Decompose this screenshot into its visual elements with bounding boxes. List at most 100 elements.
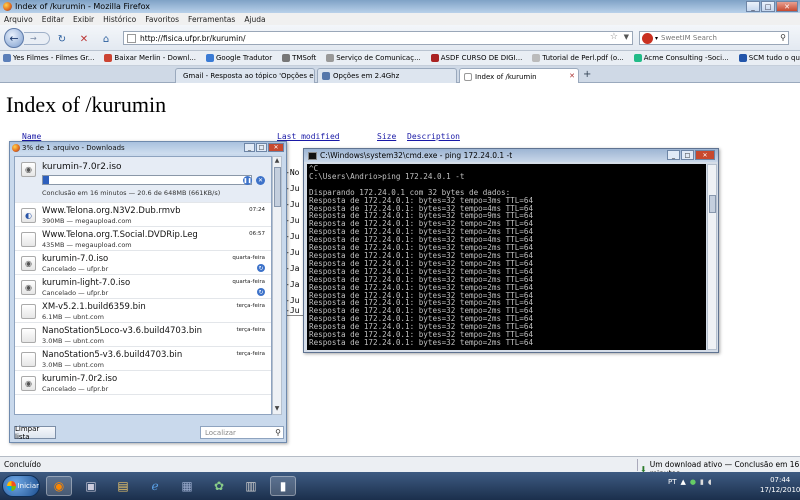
network-taskbar-icon[interactable]: ▦ (174, 476, 200, 496)
window-taskbar-icon[interactable]: ▣ (78, 476, 104, 496)
taskbar-clock[interactable]: 07:44 17/12/2010 (760, 475, 800, 495)
column-modified-link[interactable]: Last modified (277, 132, 340, 141)
downloads-window[interactable]: 3% de 1 arquivo - Downloads _ □ ✕ ◉ kuru… (9, 141, 287, 443)
internet-explorer-icon[interactable]: ℯ (142, 476, 168, 496)
new-tab-icon[interactable]: + (583, 69, 591, 80)
cmd-icon (308, 151, 317, 160)
row-date: -Ja (285, 264, 300, 273)
scroll-down-icon[interactable]: ▼ (273, 405, 281, 414)
minimize-button[interactable]: _ (244, 143, 255, 152)
cmd-title: C:\Windows\system32\cmd.exe - ping 172.2… (320, 151, 513, 160)
download-status: 3.0MB — ubnt.com (42, 337, 104, 345)
download-filename: Www.Telona.org.T.Social.DVDRip.Leg (42, 230, 198, 240)
network-icon[interactable]: ▮ (700, 478, 704, 486)
tab-opcoes[interactable]: Opções em 2.4Ghz (317, 68, 457, 83)
forward-button[interactable]: → (24, 32, 50, 45)
search-engine-icon[interactable] (642, 32, 653, 44)
url-bar[interactable]: http://fisica.ufpr.br/kurumin/ ☆ ▼ (123, 31, 633, 45)
close-tab-icon[interactable]: ✕ (569, 72, 575, 80)
menu-editar[interactable]: Editar (42, 15, 64, 24)
maximize-button[interactable]: □ (681, 150, 694, 160)
download-item[interactable]: ◐ Www.Telona.org.N3V2.Dub.rmvb 390MB — m… (15, 203, 271, 227)
download-item[interactable]: ◉ kurumin-7.0r2.iso Cancelado — ufpr.br (15, 371, 271, 395)
tab-index-kurumin[interactable]: Index of /kurumin ✕ (459, 68, 579, 84)
download-item[interactable]: XM-v5.2.1.build6359.bin 6.1MB — ubnt.com… (15, 299, 271, 323)
download-filename: NanoStation5-v3.6.build4703.bin (42, 350, 183, 360)
stop-icon[interactable]: ✕ (78, 33, 90, 45)
column-name-link[interactable]: Name (22, 132, 41, 141)
folder-taskbar-icon[interactable]: ▤ (110, 476, 136, 496)
tray-arrow-icon[interactable]: ▲ (681, 478, 686, 486)
menu-arquivo[interactable]: Arquivo (4, 15, 33, 24)
download-item[interactable]: ◉ kurumin-light-7.0.iso Cancelado — ufpr… (15, 275, 271, 299)
firefox-taskbar-icon[interactable]: ◉ (46, 476, 72, 496)
minimize-button[interactable]: _ (746, 1, 760, 12)
retry-icon[interactable]: ↻ (257, 264, 265, 272)
scroll-up-icon[interactable]: ▲ (273, 157, 281, 166)
back-button[interactable]: ← (4, 28, 24, 48)
bookmark-item[interactable]: Google Tradutor (205, 54, 272, 62)
close-button[interactable]: ✕ (776, 1, 798, 12)
bookmark-item[interactable]: Serviço de Comunicaç... (326, 54, 421, 62)
maximize-button[interactable]: □ (256, 143, 267, 152)
download-item-active[interactable]: ◉ kurumin-7.0r2.iso ❚❚ ✕ Conclusão em 16… (15, 157, 271, 203)
download-item[interactable]: Www.Telona.org.T.Social.DVDRip.Leg 435MB… (15, 227, 271, 251)
minimize-button[interactable]: _ (667, 150, 680, 160)
column-size-link[interactable]: Size (377, 132, 396, 141)
console-output[interactable]: ^C C:\Users\Andrio>ping 172.24.0.1 -t Dis… (307, 164, 706, 350)
download-item[interactable]: NanoStation5Loco-v3.6.build4703.bin 3.0M… (15, 323, 271, 347)
volume-icon[interactable]: ◖ (708, 478, 712, 486)
engine-dropdown-icon[interactable]: ▾ (655, 35, 658, 42)
bookmark-item[interactable]: Acme Consulting -Soci... (633, 54, 729, 62)
menu-ajuda[interactable]: Ajuda (244, 15, 265, 24)
bookmark-item[interactable]: TMSoft (282, 54, 316, 62)
menu-exibir[interactable]: Exibir (73, 15, 94, 24)
bookmark-item[interactable]: Yes Filmes - Filmes Gr... (3, 54, 94, 62)
downloads-list[interactable]: ◉ kurumin-7.0r2.iso ❚❚ ✕ Conclusão em 16… (14, 156, 272, 415)
scrollbar-thumb[interactable] (274, 167, 281, 207)
bookmark-item[interactable]: Tutorial de Perl.pdf (o... (532, 54, 624, 62)
cancel-icon[interactable]: ✕ (256, 176, 265, 185)
window-titlebar[interactable]: Index of /kurumin - Mozilla Firefox _ □ … (0, 0, 800, 13)
download-item[interactable]: ◉ kurumin-7.0.iso Cancelado — ufpr.br qu… (15, 251, 271, 275)
messenger-taskbar-icon[interactable]: ✿ (206, 476, 232, 496)
downloads-title: 3% de 1 arquivo - Downloads (22, 144, 125, 152)
home-icon[interactable]: ⌂ (100, 33, 112, 45)
menu-ferramentas[interactable]: Ferramentas (188, 15, 235, 24)
pause-icon[interactable]: ❚❚ (243, 176, 252, 185)
language-indicator[interactable]: PT (668, 478, 677, 486)
reload-icon[interactable]: ↻ (56, 33, 68, 45)
retry-icon[interactable]: ↻ (257, 288, 265, 296)
bookmark-favicon (633, 54, 642, 62)
downloads-titlebar[interactable]: 3% de 1 arquivo - Downloads _ □ ✕ (10, 142, 286, 154)
tab-gmail[interactable]: Gmail - Resposta ao tópico 'Opções em ..… (175, 68, 315, 83)
bookmark-item[interactable]: SCM tudo o que vc qu... (738, 54, 800, 62)
tray-app-icon[interactable]: ● (690, 478, 696, 486)
start-button[interactable]: Iniciar (2, 475, 40, 497)
bookmark-item[interactable]: ASDF CURSO DE DIGI... (430, 54, 522, 62)
cmd-titlebar[interactable]: C:\Windows\system32\cmd.exe - ping 172.2… (304, 149, 718, 162)
downloads-search-input[interactable]: Localizar ⚲ (200, 426, 284, 439)
bookmark-item[interactable]: Baixar Merlin - Downl... (104, 54, 196, 62)
url-dropdown-icon[interactable]: ▼ (624, 33, 629, 41)
cmd-taskbar-icon[interactable]: ▮ (270, 476, 296, 496)
window-title: Index of /kurumin - Mozilla Firefox (15, 2, 150, 11)
cmd-scrollbar[interactable] (707, 164, 717, 350)
close-button[interactable]: ✕ (695, 150, 715, 160)
close-button[interactable]: ✕ (268, 143, 284, 152)
document-taskbar-icon[interactable]: ▥ (238, 476, 264, 496)
clear-list-button[interactable]: Limpar lista (14, 425, 56, 441)
bookmark-star-icon[interactable]: ☆ (610, 32, 618, 42)
downloads-scrollbar[interactable]: ▲ ▼ (272, 156, 282, 415)
search-icon[interactable]: ⚲ (275, 428, 281, 437)
search-bar[interactable]: ▾ SweetIM Search ⚲ (639, 31, 789, 45)
menu-historico[interactable]: Histórico (103, 15, 136, 24)
scrollbar-thumb[interactable] (709, 195, 716, 213)
download-item[interactable]: NanoStation5-v3.6.build4703.bin 3.0MB — … (15, 347, 271, 371)
search-icon[interactable]: ⚲ (780, 33, 786, 42)
column-description-link[interactable]: Description (407, 132, 460, 141)
menu-favoritos[interactable]: Favoritos (145, 15, 179, 24)
page-icon (464, 72, 472, 81)
maximize-button[interactable]: □ (761, 1, 775, 12)
cmd-window[interactable]: C:\Windows\system32\cmd.exe - ping 172.2… (303, 148, 719, 353)
